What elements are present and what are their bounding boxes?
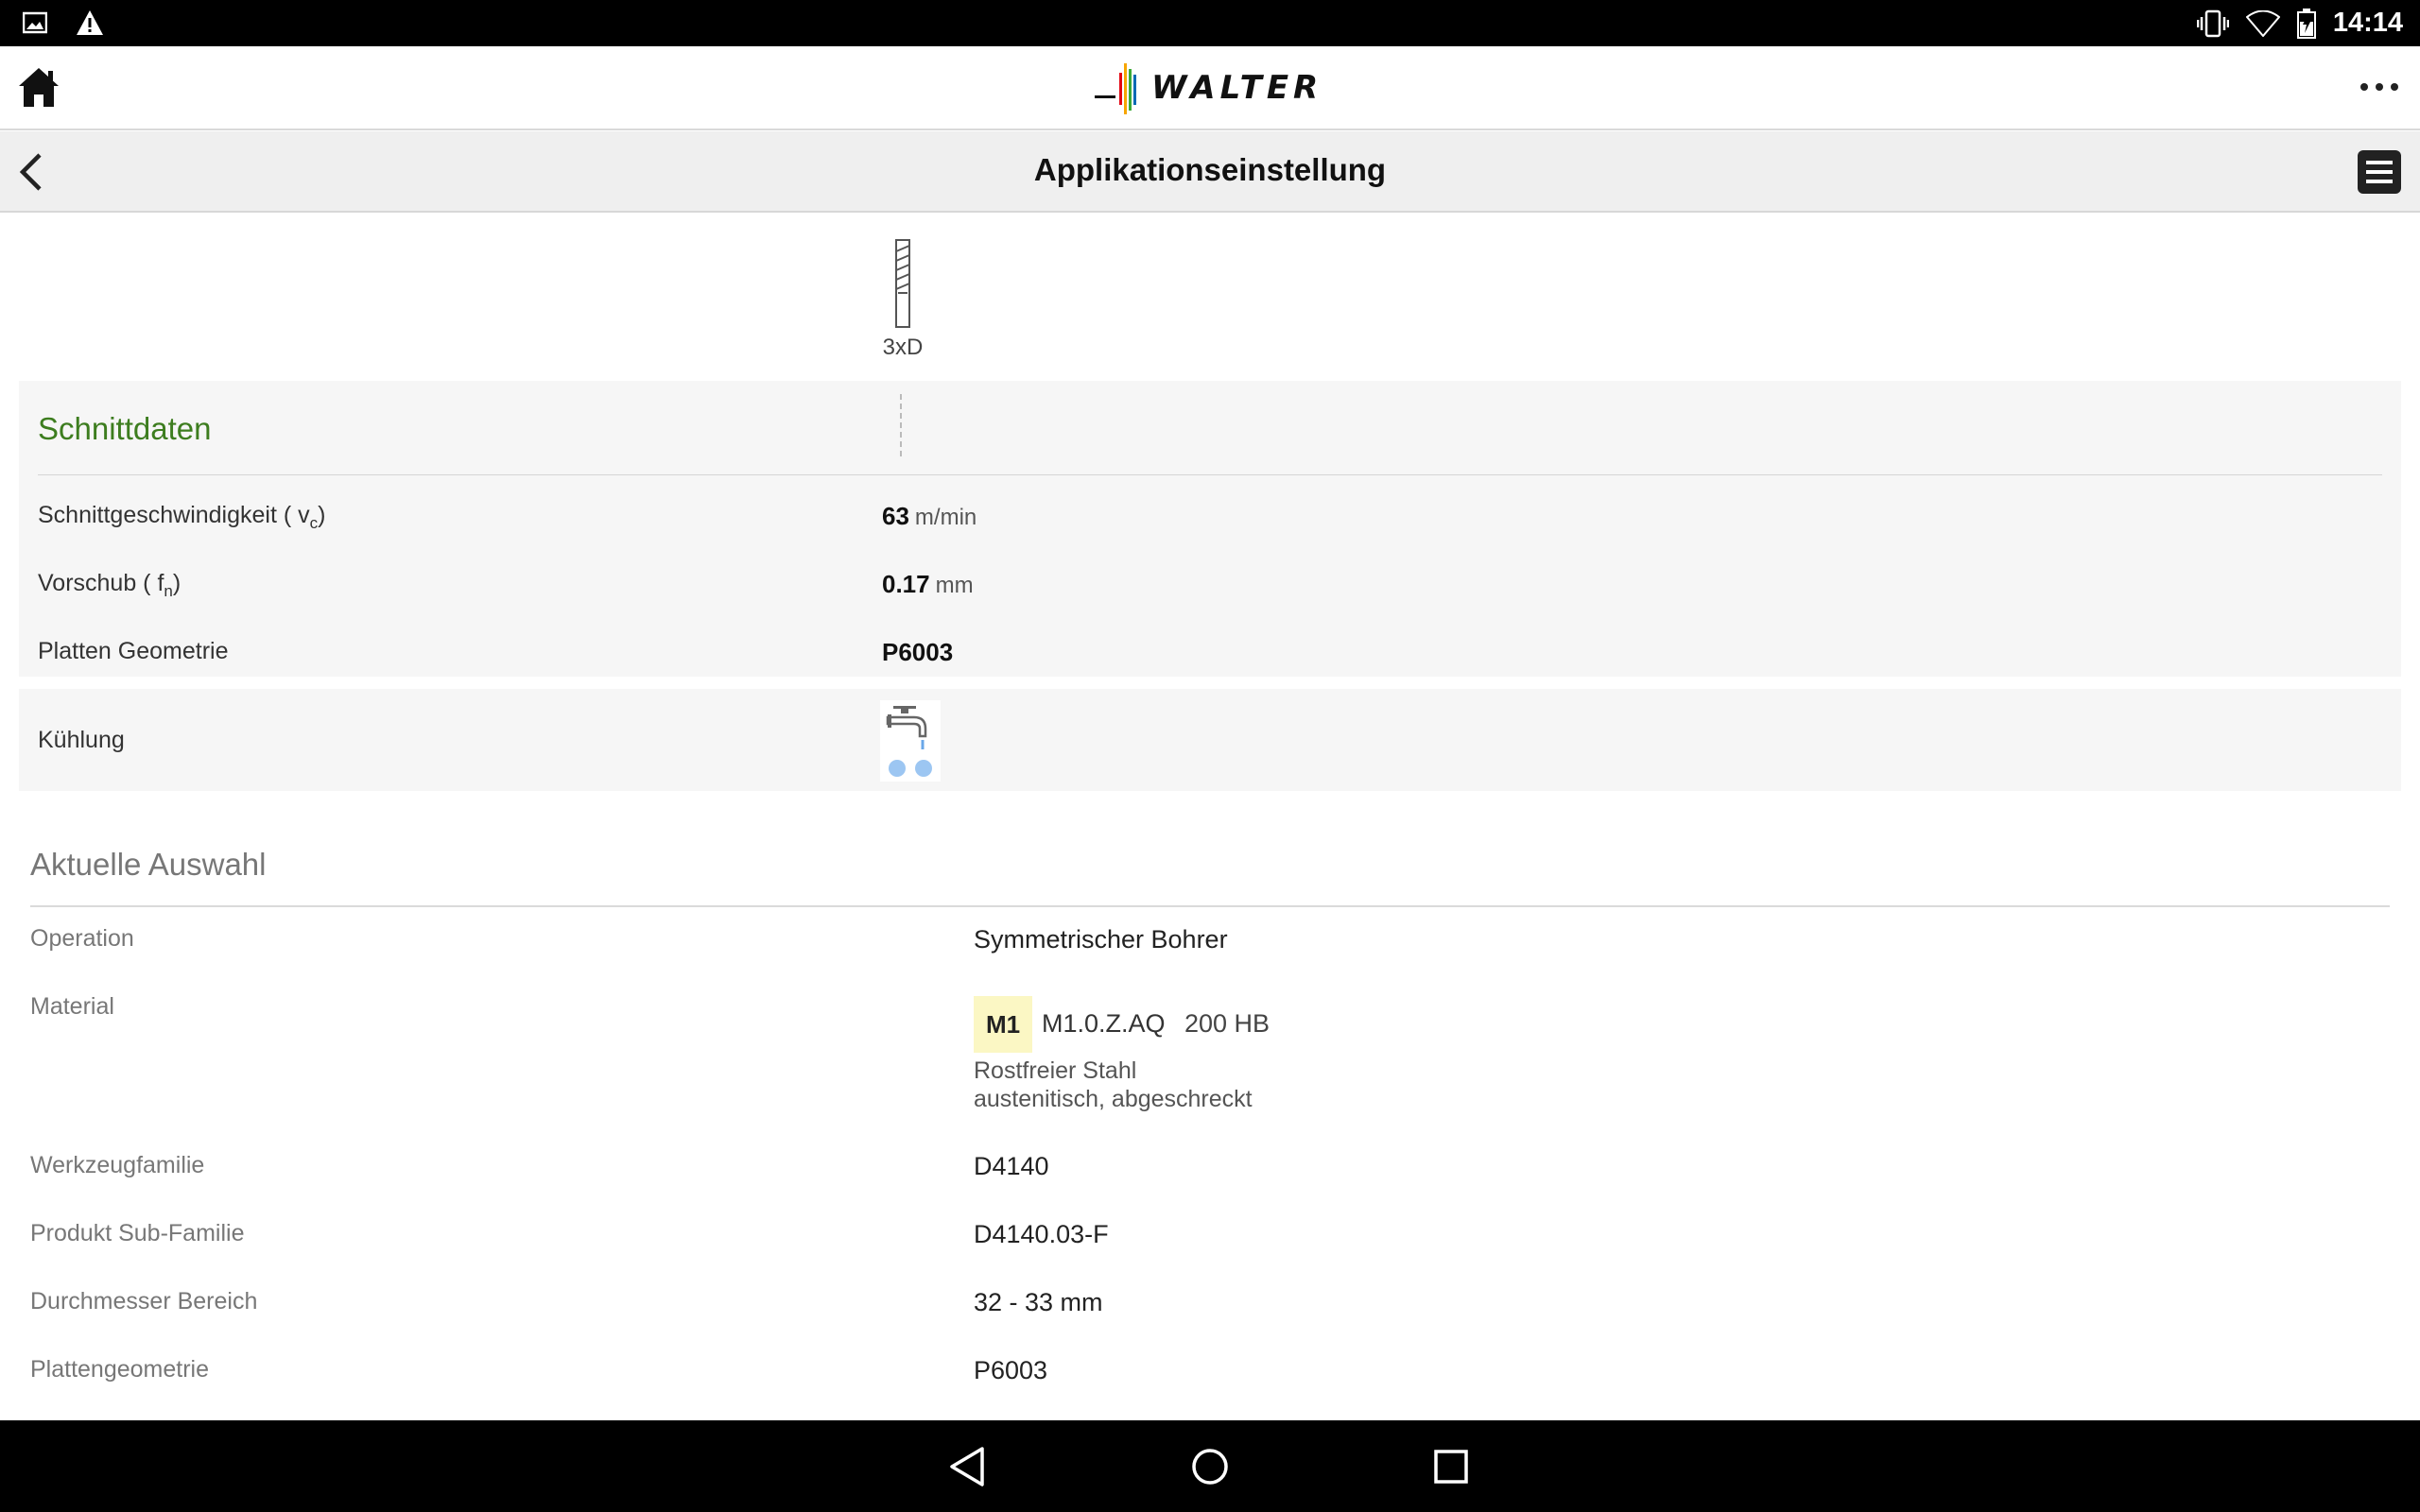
battery-charging-icon (2296, 8, 2316, 39)
tool-ratio-label: 3xD (882, 335, 924, 360)
logo-bars-icon (1095, 63, 1136, 114)
material-group-badge: M1 (974, 996, 1032, 1053)
column-divider (900, 394, 902, 456)
coolant-tap-icon (880, 700, 941, 782)
vibrate-icon (2196, 9, 2229, 37)
title-bar: Applikationseinstellung (0, 131, 2420, 213)
drill-icon (895, 239, 910, 328)
operation-value: Symmetrischer Bohrer (974, 925, 1228, 954)
home-icon[interactable] (17, 65, 60, 109)
walter-logo: WALTER (1095, 60, 1322, 116)
material-label: Material (30, 993, 114, 1020)
cooling-panel: Kühlung (19, 689, 2401, 791)
wifi-icon (2245, 9, 2280, 37)
system-nav-bar (0, 1420, 2420, 1512)
plate-geometry-value: P6003 (974, 1356, 1048, 1384)
divider (38, 474, 2382, 475)
recents-nav-icon[interactable] (1427, 1443, 1475, 1490)
page-title: Applikationseinstellung (1033, 152, 1387, 187)
back-nav-icon[interactable] (944, 1443, 992, 1490)
material-code: M1.0.Z.AQ (1042, 1009, 1166, 1038)
material-description: Rostfreier Stahl (974, 1057, 1137, 1084)
status-clock: 14:14 (2332, 8, 2403, 38)
tool-family-value: D4140 (974, 1152, 1049, 1180)
cooling-label: Kühlung (38, 727, 125, 753)
home-nav-icon[interactable] (1186, 1443, 1234, 1490)
material-description-detail: austenitisch, abgeschreckt (974, 1086, 1253, 1112)
sub-family-value: D4140.03-F (974, 1220, 1109, 1248)
image-icon (23, 11, 47, 34)
list-menu-icon[interactable] (2356, 148, 2403, 196)
tool-family-label: Werkzeugfamilie (30, 1152, 205, 1178)
cutting-data-title: Schnittdaten (38, 411, 212, 446)
cutting-speed-value: 63 m/min (882, 502, 977, 530)
insert-geometry-value: P6003 (882, 638, 954, 666)
status-right: 14:14 (2196, 8, 2403, 39)
plate-geometry-label: Plattengeometrie (30, 1356, 210, 1383)
insert-geometry-label: Platten Geometrie (38, 638, 229, 664)
content-area: 3xD Schnittdaten Schnittgeschwindigkeit … (0, 214, 2420, 1420)
operation-label: Operation (30, 925, 134, 952)
current-selection-title: Aktuelle Auswahl (30, 847, 267, 882)
cutting-data-panel: Schnittdaten Schnittgeschwindigkeit ( vc… (19, 381, 2401, 677)
brand-name: WALTER (1151, 69, 1323, 107)
feed-label: Vorschub ( fn) (38, 570, 182, 600)
material-hardness: 200 HB (1184, 1009, 1270, 1038)
cutting-speed-label: Schnittgeschwindigkeit ( vc) (38, 502, 326, 532)
status-left (23, 9, 104, 36)
app-bar: WALTER (0, 46, 2420, 130)
diameter-range-value: 32 - 33 mm (974, 1288, 1103, 1316)
divider (30, 905, 2390, 907)
sub-family-label: Produkt Sub-Familie (30, 1220, 245, 1246)
status-bar: 14:14 (0, 0, 2420, 46)
warning-icon (77, 10, 103, 35)
feed-value: 0.17 mm (882, 570, 974, 598)
diameter-range-label: Durchmesser Bereich (30, 1288, 258, 1314)
more-options-icon[interactable] (2356, 73, 2403, 101)
